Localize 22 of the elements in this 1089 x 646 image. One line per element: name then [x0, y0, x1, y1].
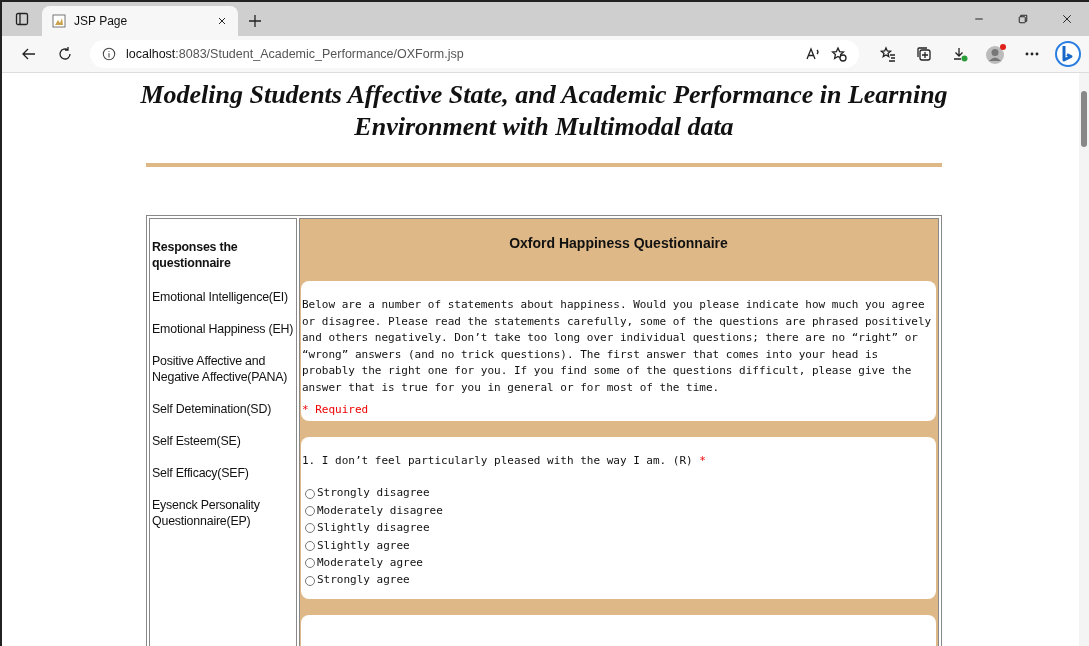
- option-label[interactable]: Moderately agree: [317, 555, 423, 572]
- sidebar-link[interactable]: Eysenck Personality Questionnaire(EP): [152, 497, 296, 529]
- required-note: * Required: [302, 402, 370, 418]
- browser-tab[interactable]: JSP Page: [42, 6, 238, 36]
- option-label[interactable]: Strongly agree: [317, 572, 410, 589]
- sidebar-link[interactable]: Self Esteem(SE): [152, 433, 296, 449]
- intro-text: Below are a number of statements about happiness. Would you please indicate how much you agree or disagree. Please read the statements carefully, some of the questions are phrased positively and others negatively. Don’t take too long over individual questions; there are no “right” or “wrong” answers (and no trick questions). The first answer that comes into your head is probably the right one for you. If you find some of the questions difficult, please give the answer that is true for you in general or for most of the time.: [302, 297, 933, 396]
- option-label[interactable]: Slightly agree: [317, 537, 410, 555]
- option-label[interactable]: Slightly disagree: [317, 520, 430, 537]
- option-label[interactable]: Moderately disagree: [317, 502, 443, 520]
- option-label[interactable]: Strongly disagree: [317, 485, 430, 502]
- form-title: Oxford Happiness Questionnaire: [509, 235, 728, 251]
- sidebar-link[interactable]: Emotional Intelligence(EI): [152, 289, 296, 305]
- sidebar-link[interactable]: Emotional Happiness (EH): [152, 321, 296, 337]
- page-title: Modeling Students Affective State, and Academic Performance in Learning Environment with Multimodal data: [139, 79, 949, 143]
- sidebar-link[interactable]: Positive Affective and Negative Affective(PANA): [152, 353, 296, 385]
- question-text: 1. I don’t feel particularly pleased with the way I am. (R): [302, 453, 693, 467]
- address-bar[interactable]: localhost:8083/Student_Academic_Performance/OXForm.jsp: [90, 40, 859, 68]
- sidebar-heading: Responses the questionnaire: [152, 239, 239, 271]
- sidebar-link[interactable]: Self Efficacy(SEF): [152, 465, 296, 481]
- required-mark: *: [699, 453, 706, 467]
- sidebar-link[interactable]: Self Detemination(SD): [152, 401, 296, 417]
